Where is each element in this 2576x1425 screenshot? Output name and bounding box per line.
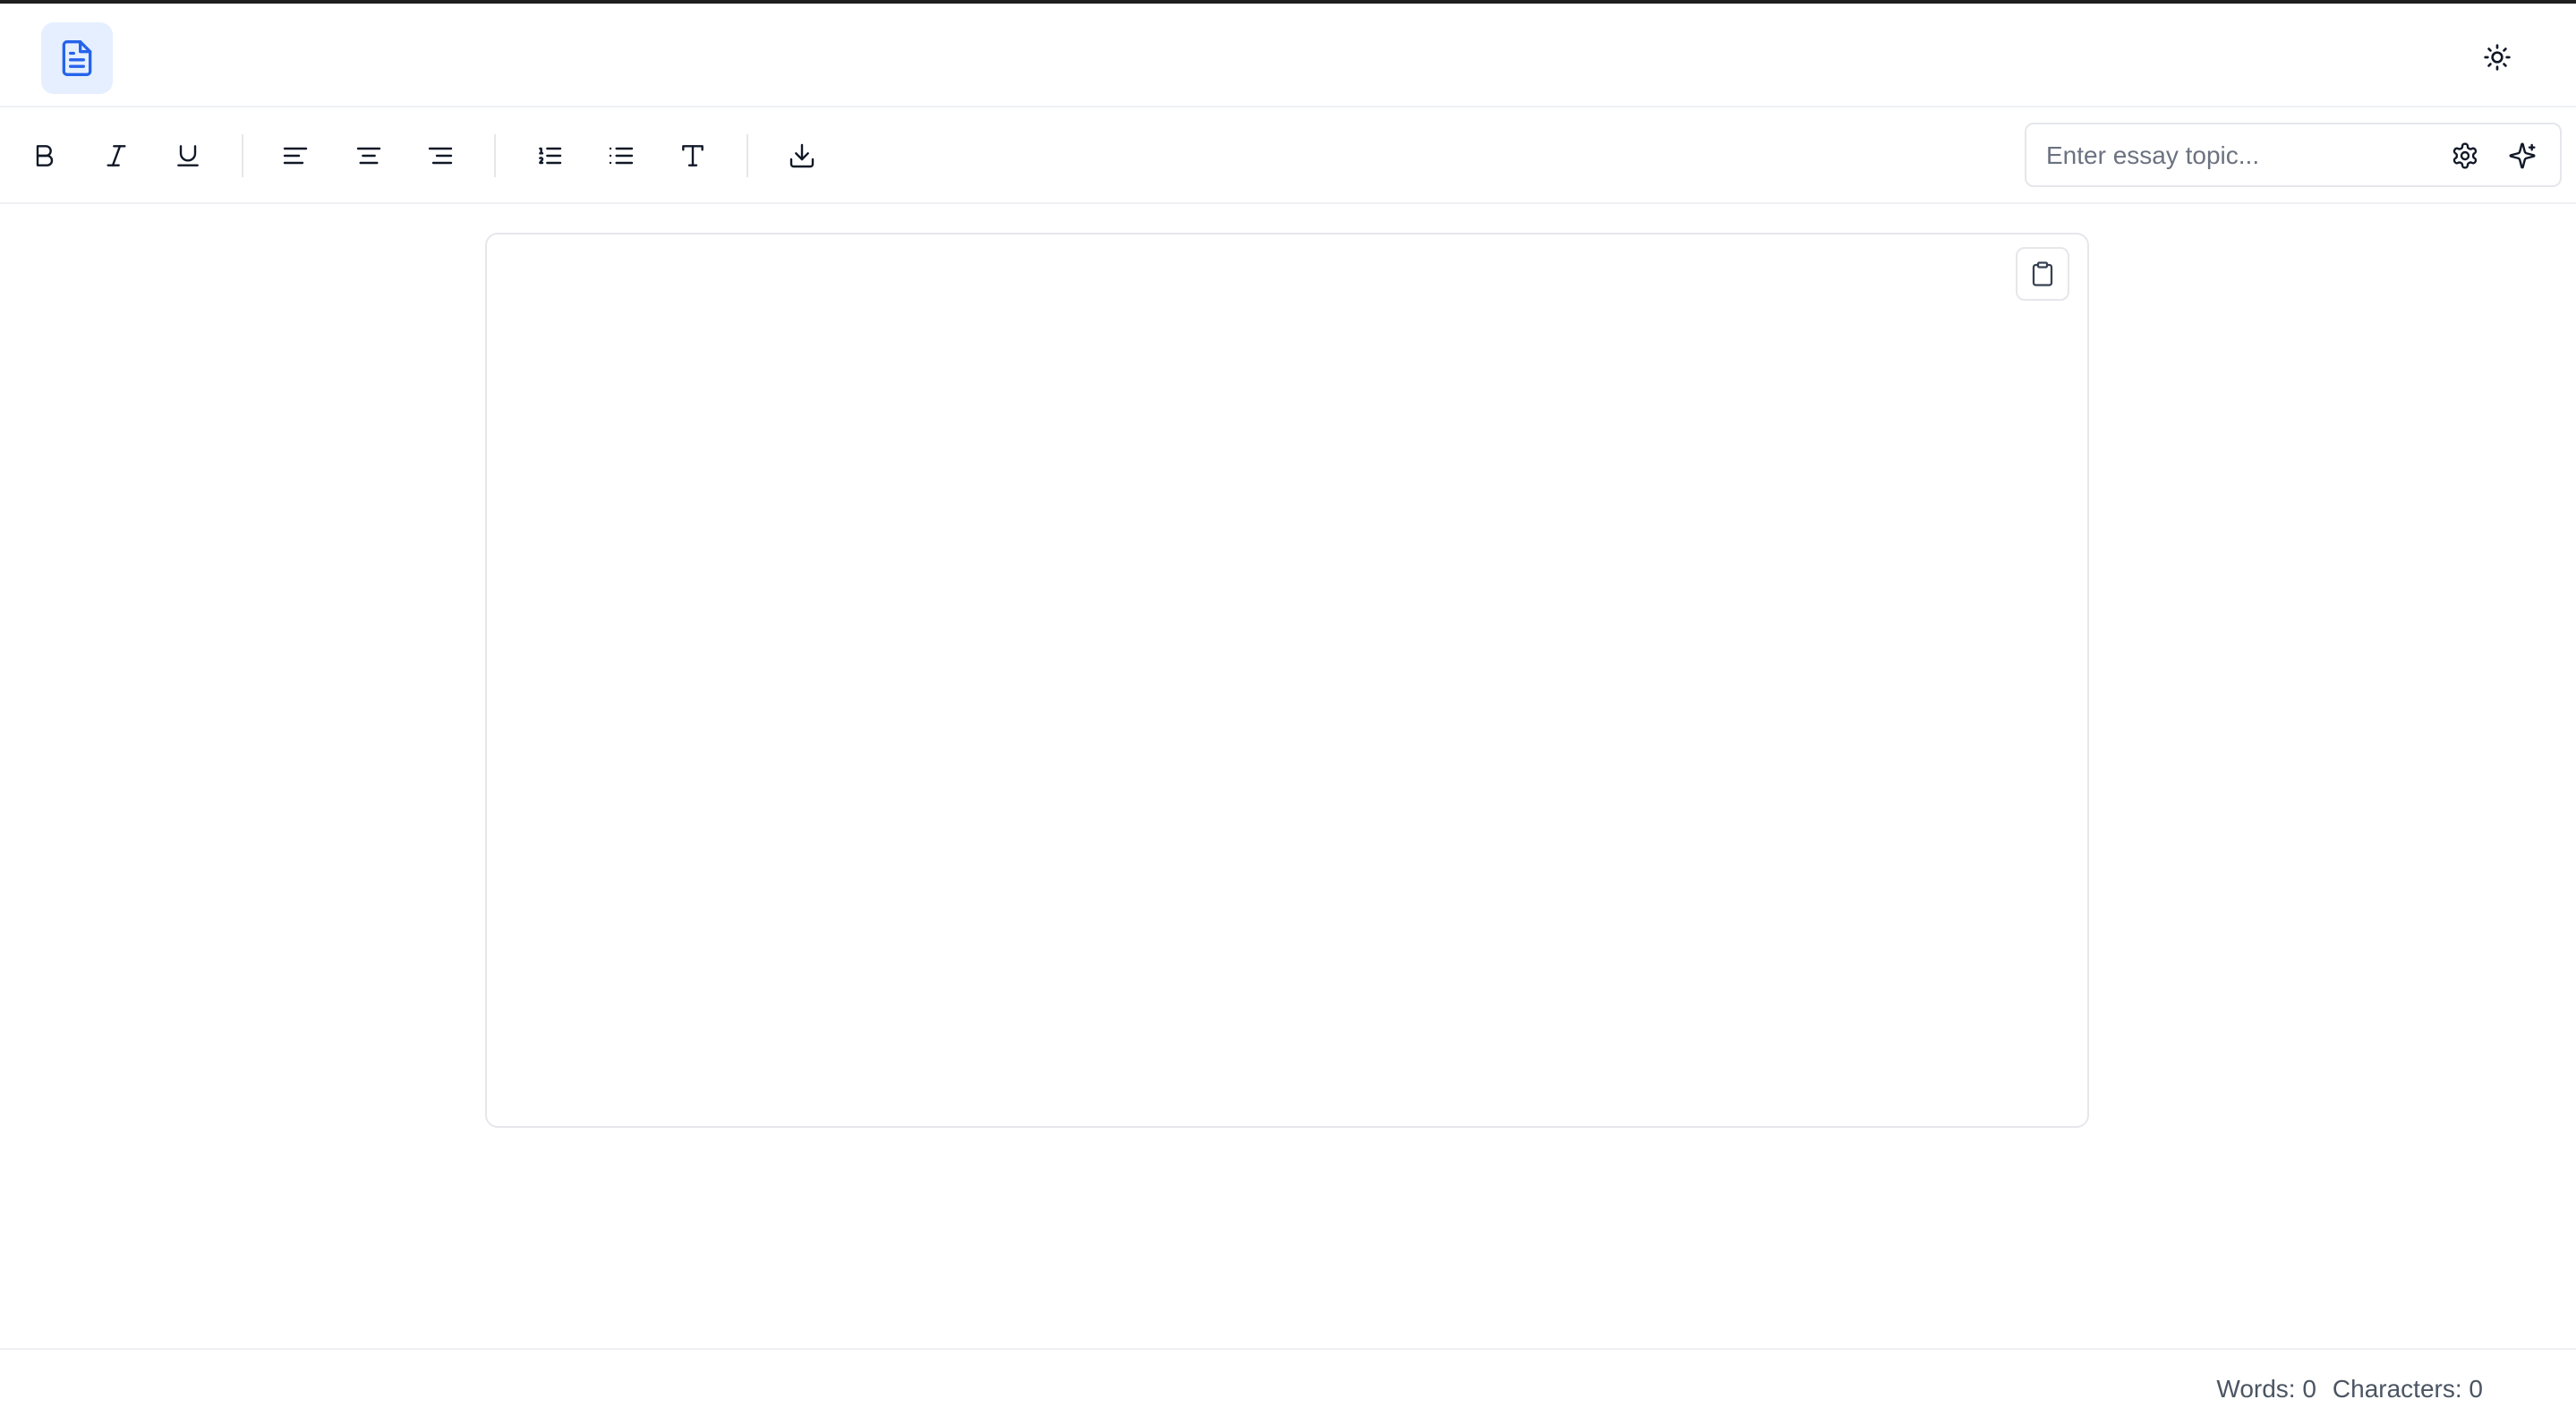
word-count: Words: 0	[2216, 1375, 2316, 1403]
italic-button[interactable]	[95, 134, 138, 177]
clipboard-icon	[2029, 260, 2056, 287]
underline-icon	[174, 141, 202, 170]
underline-button[interactable]	[166, 134, 209, 177]
editor-content[interactable]	[523, 270, 1989, 1090]
character-count: Characters: 0	[2332, 1375, 2483, 1403]
align-center-button[interactable]	[347, 134, 390, 177]
sun-icon	[2483, 43, 2512, 72]
logo-button[interactable]	[41, 22, 113, 94]
list-icon	[607, 141, 635, 170]
theme-toggle-button[interactable]	[2476, 36, 2519, 79]
toolbar-divider	[746, 134, 748, 177]
align-center-icon	[354, 141, 383, 170]
align-right-icon	[426, 141, 455, 170]
type-icon	[678, 141, 707, 170]
generate-essay-button[interactable]	[2501, 134, 2544, 177]
formatting-toolbar	[0, 107, 2576, 204]
bullet-list-button[interactable]	[600, 134, 643, 177]
essay-topic-box	[2025, 123, 2562, 187]
essay-editor-area[interactable]	[485, 233, 2089, 1128]
copy-button[interactable]	[2016, 247, 2069, 301]
essay-editor-app: Words: 0 Characters: 0	[0, 0, 2576, 1425]
sparkles-icon	[2508, 141, 2537, 170]
toolbar-divider	[242, 134, 243, 177]
app-header	[0, 7, 2576, 107]
download-button[interactable]	[780, 134, 823, 177]
toolbar-divider	[494, 134, 496, 177]
ordered-list-button[interactable]	[528, 134, 571, 177]
text-style-button[interactable]	[671, 134, 714, 177]
essay-topic-input[interactable]	[2046, 135, 2440, 176]
topic-settings-button[interactable]	[2444, 134, 2486, 177]
download-icon	[788, 141, 816, 170]
document-counts: Words: 0 Characters: 0	[2216, 1375, 2483, 1404]
status-footer: Words: 0 Characters: 0	[0, 1348, 2576, 1425]
align-left-icon	[281, 141, 310, 170]
bold-button[interactable]	[23, 134, 66, 177]
file-text-icon	[57, 38, 97, 78]
gear-icon	[2451, 141, 2479, 170]
align-left-button[interactable]	[274, 134, 317, 177]
italic-icon	[102, 141, 131, 170]
list-ordered-icon	[535, 141, 564, 170]
bold-icon	[30, 141, 59, 170]
align-right-button[interactable]	[419, 134, 462, 177]
